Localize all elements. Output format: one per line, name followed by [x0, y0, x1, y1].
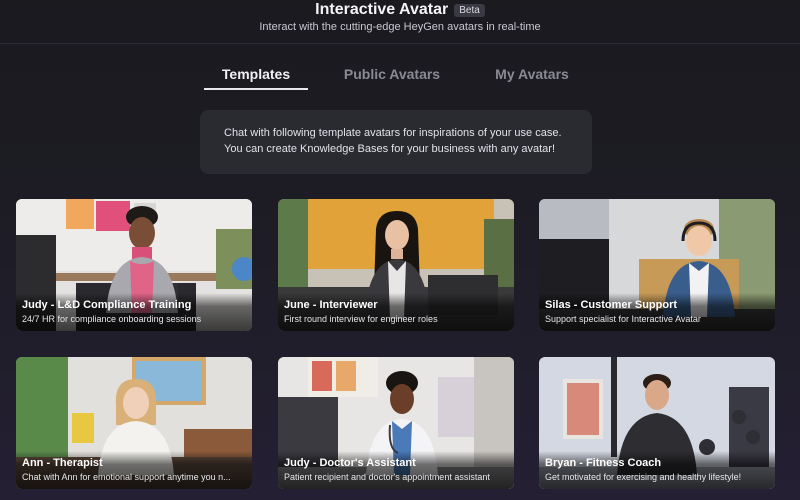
tab-my-avatars[interactable]: My Avatars — [484, 62, 580, 90]
avatar-card-silas[interactable]: Silas - Customer Support Support special… — [539, 199, 775, 331]
card-title: Judy - L&D Compliance Training — [22, 299, 192, 311]
card-caption: Judy - Doctor's Assistant Patient recipi… — [278, 451, 514, 489]
card-description: 24/7 HR for compliance onboarding sessio… — [22, 314, 202, 324]
tab-templates[interactable]: Templates — [204, 62, 308, 90]
avatar-card-judy-ld[interactable]: Judy - L&D Compliance Training 24/7 HR f… — [16, 199, 252, 331]
avatar-card-ann[interactable]: Ann - Therapist Chat with Ann for emotio… — [16, 357, 252, 489]
card-description: Get motivated for exercising and healthy… — [545, 472, 742, 482]
card-caption: Silas - Customer Support Support special… — [539, 293, 775, 331]
info-line-2: You can create Knowledge Bases for your … — [224, 143, 556, 155]
avatar-card-bryan[interactable]: Bryan - Fitness Coach Get motivated for … — [539, 357, 775, 489]
tab-public-avatars[interactable]: Public Avatars — [336, 62, 448, 90]
card-title: June - Interviewer — [284, 299, 378, 311]
page-subtitle: Interact with the cutting-edge HeyGen av… — [259, 21, 541, 33]
card-description: Chat with Ann for emotional support anyt… — [22, 472, 231, 482]
page-header: Interactive Avatar Beta Interact with th… — [0, 0, 800, 44]
card-caption: Ann - Therapist Chat with Ann for emotio… — [16, 451, 252, 489]
avatar-card-judy-doctor[interactable]: Judy - Doctor's Assistant Patient recipi… — [278, 357, 514, 489]
card-caption: Judy - L&D Compliance Training 24/7 HR f… — [16, 293, 252, 331]
card-description: Patient recipient and doctor's appointme… — [284, 472, 490, 482]
page-title: Interactive Avatar — [315, 1, 449, 18]
card-description: Support specialist for Interactive Avata… — [545, 314, 701, 324]
tab-bar: Templates Public Avatars My Avatars — [0, 62, 800, 92]
info-banner: Chat with following template avatars for… — [200, 110, 592, 174]
card-title: Bryan - Fitness Coach — [545, 457, 662, 469]
card-title: Judy - Doctor's Assistant — [284, 457, 416, 469]
beta-badge: Beta — [454, 3, 485, 17]
card-description: First round interview for engineer roles — [284, 314, 438, 324]
card-title: Silas - Customer Support — [545, 299, 678, 311]
card-title: Ann - Therapist — [22, 457, 103, 469]
info-line-1: Chat with following template avatars for… — [224, 127, 562, 139]
card-caption: Bryan - Fitness Coach Get motivated for … — [539, 451, 775, 489]
card-caption: June - Interviewer First round interview… — [278, 293, 514, 331]
avatar-card-june[interactable]: June - Interviewer First round interview… — [278, 199, 514, 331]
title-row: Interactive Avatar Beta — [0, 1, 800, 19]
